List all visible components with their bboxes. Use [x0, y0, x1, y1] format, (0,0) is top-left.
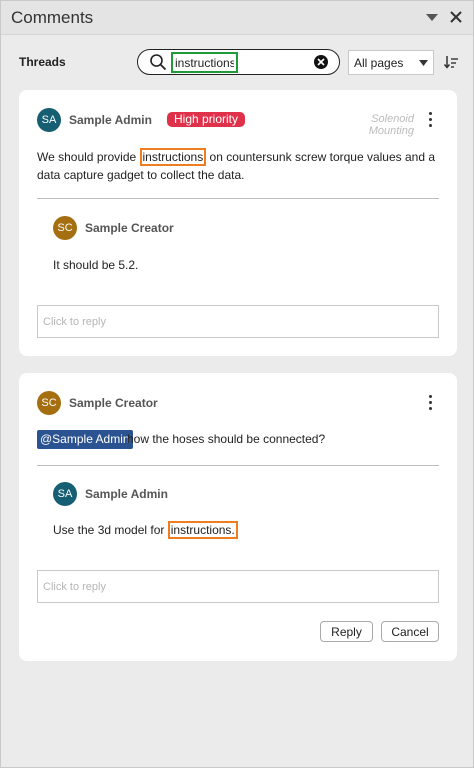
reply-input[interactable]: [37, 570, 439, 603]
close-icon[interactable]: [447, 8, 465, 26]
thread-author: Sample Admin: [69, 113, 152, 127]
reply-text: It should be 5.2.: [53, 258, 139, 272]
page-filter-dropdown[interactable]: All pages: [348, 50, 434, 75]
page-filter-value: All pages: [354, 56, 404, 70]
divider: [37, 198, 439, 199]
panel-title: Comments: [11, 8, 94, 27]
divider: [37, 465, 439, 466]
thread-card: SC Sample Creator @Sample Admin how the …: [19, 373, 457, 661]
more-options-icon[interactable]: [427, 395, 433, 411]
sort-icon[interactable]: [443, 54, 459, 70]
reply-text: Use the 3d model for instructions.: [53, 521, 238, 539]
avatar: SA: [53, 482, 77, 506]
search-match-highlight: instructions.: [167, 521, 238, 539]
avatar: SA: [37, 108, 61, 132]
thread-card: SA Sample Admin High priority Solenoid M…: [19, 90, 457, 356]
thread-text: We should provide instructions on counte…: [37, 148, 436, 182]
search-input[interactable]: [171, 52, 238, 73]
chevron-down-icon: [419, 60, 428, 66]
reply-button[interactable]: Reply: [320, 621, 373, 642]
search-match-highlight: instructions: [139, 148, 207, 166]
avatar: SC: [37, 391, 61, 415]
more-options-icon[interactable]: [427, 112, 433, 128]
clear-search-icon[interactable]: [313, 54, 329, 70]
triangle-down-icon[interactable]: [424, 11, 440, 25]
threads-label: Threads: [19, 55, 66, 69]
priority-badge: High priority: [167, 112, 246, 127]
reply-author: Sample Creator: [85, 221, 174, 235]
reply-author: Sample Admin: [85, 487, 168, 501]
cancel-button[interactable]: Cancel: [381, 621, 439, 642]
search-icon: [150, 54, 167, 71]
mention-tag[interactable]: @Sample Admin: [37, 430, 133, 449]
search-box[interactable]: [137, 49, 340, 75]
page-reference[interactable]: Solenoid Mounting: [324, 113, 414, 137]
comments-panel: Comments Threads All pages: [0, 0, 474, 768]
avatar: SC: [53, 216, 77, 240]
reply-input[interactable]: [37, 305, 439, 338]
panel-titlebar: Comments: [1, 1, 473, 35]
thread-text: how the hoses should be connected?: [127, 432, 326, 446]
thread-author: Sample Creator: [69, 396, 158, 410]
